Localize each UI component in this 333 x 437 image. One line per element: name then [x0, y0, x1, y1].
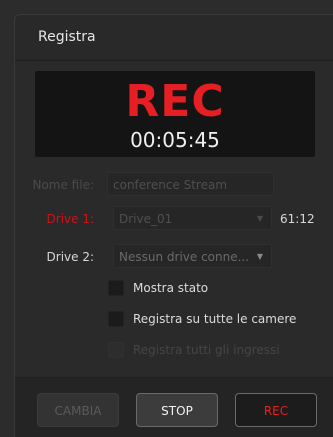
drive2-value: Nessun drive conne... [119, 250, 250, 264]
chevron-down-icon: ▼ [256, 214, 263, 223]
record-panel: Registra REC 00:05:45 Nome file: confere… [14, 14, 333, 437]
chevron-down-icon: ▼ [256, 252, 263, 261]
record-all-cameras-label: Registra su tutte le camere [133, 312, 297, 326]
show-status-label: Mostra stato [133, 281, 209, 295]
filename-label: Nome file: [32, 178, 94, 192]
drive2-label: Drive 2: [46, 250, 94, 264]
drive1-value: Drive_01 [119, 212, 173, 226]
button-bar: CAMBIA STOP REC [15, 378, 333, 437]
rec-indicator: REC [125, 76, 225, 127]
panel-header: Registra [15, 15, 333, 61]
drive1-label: Drive 1: [46, 212, 94, 226]
record-all-cameras-checkbox[interactable] [108, 311, 124, 327]
filename-value: conference Stream [113, 178, 228, 192]
record-all-inputs-label: Registra tutti gli ingressi [133, 343, 280, 357]
cambia-button[interactable]: CAMBIA [37, 393, 119, 427]
filename-input: conference Stream [107, 172, 274, 196]
drive1-remaining-time: 61:12 [280, 212, 315, 226]
show-status-checkbox[interactable] [108, 280, 124, 296]
record-all-inputs-checkbox[interactable] [108, 342, 124, 358]
drive2-select[interactable]: Nessun drive conne... ▼ [113, 244, 272, 268]
rec-button[interactable]: REC [235, 393, 317, 427]
record-status-display: REC 00:05:45 [35, 71, 315, 157]
stop-button[interactable]: STOP [136, 393, 218, 427]
panel-title: Registra [38, 29, 96, 45]
record-timecode: 00:05:45 [130, 128, 220, 152]
drive1-select[interactable]: Drive_01 ▼ [113, 206, 272, 230]
header-divider [15, 60, 333, 61]
